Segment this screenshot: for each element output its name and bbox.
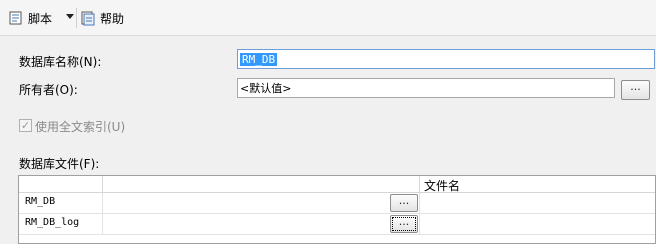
db-files-label: 数据库文件(F):	[19, 157, 100, 171]
db-files-table: 文件名 RM_DB ... RM_DB_log ...	[18, 175, 656, 244]
cell-divider	[102, 214, 103, 234]
fulltext-label: 使用全文索引(U)	[35, 120, 126, 134]
db-name-input[interactable]: RM_DB	[237, 49, 655, 69]
help-icon	[81, 11, 95, 26]
column-divider[interactable]	[419, 176, 420, 193]
cell-divider	[102, 193, 103, 213]
script-button[interactable]: 脚本	[8, 8, 52, 28]
file-browse-button[interactable]: ...	[390, 194, 418, 212]
logical-name-cell: RM_DB	[25, 196, 56, 207]
script-label: 脚本	[28, 11, 53, 26]
file-browse-button[interactable]: ...	[390, 215, 418, 233]
help-button[interactable]: 帮助	[80, 8, 124, 28]
table-row[interactable]: RM_DB ...	[19, 193, 655, 214]
owner-value: <默认值>	[240, 82, 292, 95]
owner-browse-button[interactable]: ...	[621, 80, 650, 100]
table-row[interactable]: RM_DB_log ...	[19, 214, 655, 235]
toolbar-separator	[76, 8, 77, 28]
owner-label: 所有者(O):	[19, 83, 78, 97]
cell-divider	[419, 214, 420, 234]
help-label: 帮助	[100, 11, 125, 26]
column-divider[interactable]	[102, 176, 103, 193]
file-name-column-header[interactable]: 文件名	[424, 177, 460, 194]
script-dropdown-chevron-icon[interactable]	[66, 14, 74, 19]
db-name-value: RM_DB	[240, 52, 278, 66]
logical-name-cell: RM_DB_log	[25, 217, 80, 228]
owner-input[interactable]: <默认值>	[237, 78, 615, 98]
table-header: 文件名	[19, 176, 655, 194]
script-icon	[9, 11, 22, 25]
toolbar: 脚本 帮助	[0, 0, 656, 36]
db-name-label: 数据库名称(N):	[19, 55, 102, 69]
fulltext-checkbox[interactable]: ✓	[19, 119, 32, 132]
cell-divider	[419, 193, 420, 213]
